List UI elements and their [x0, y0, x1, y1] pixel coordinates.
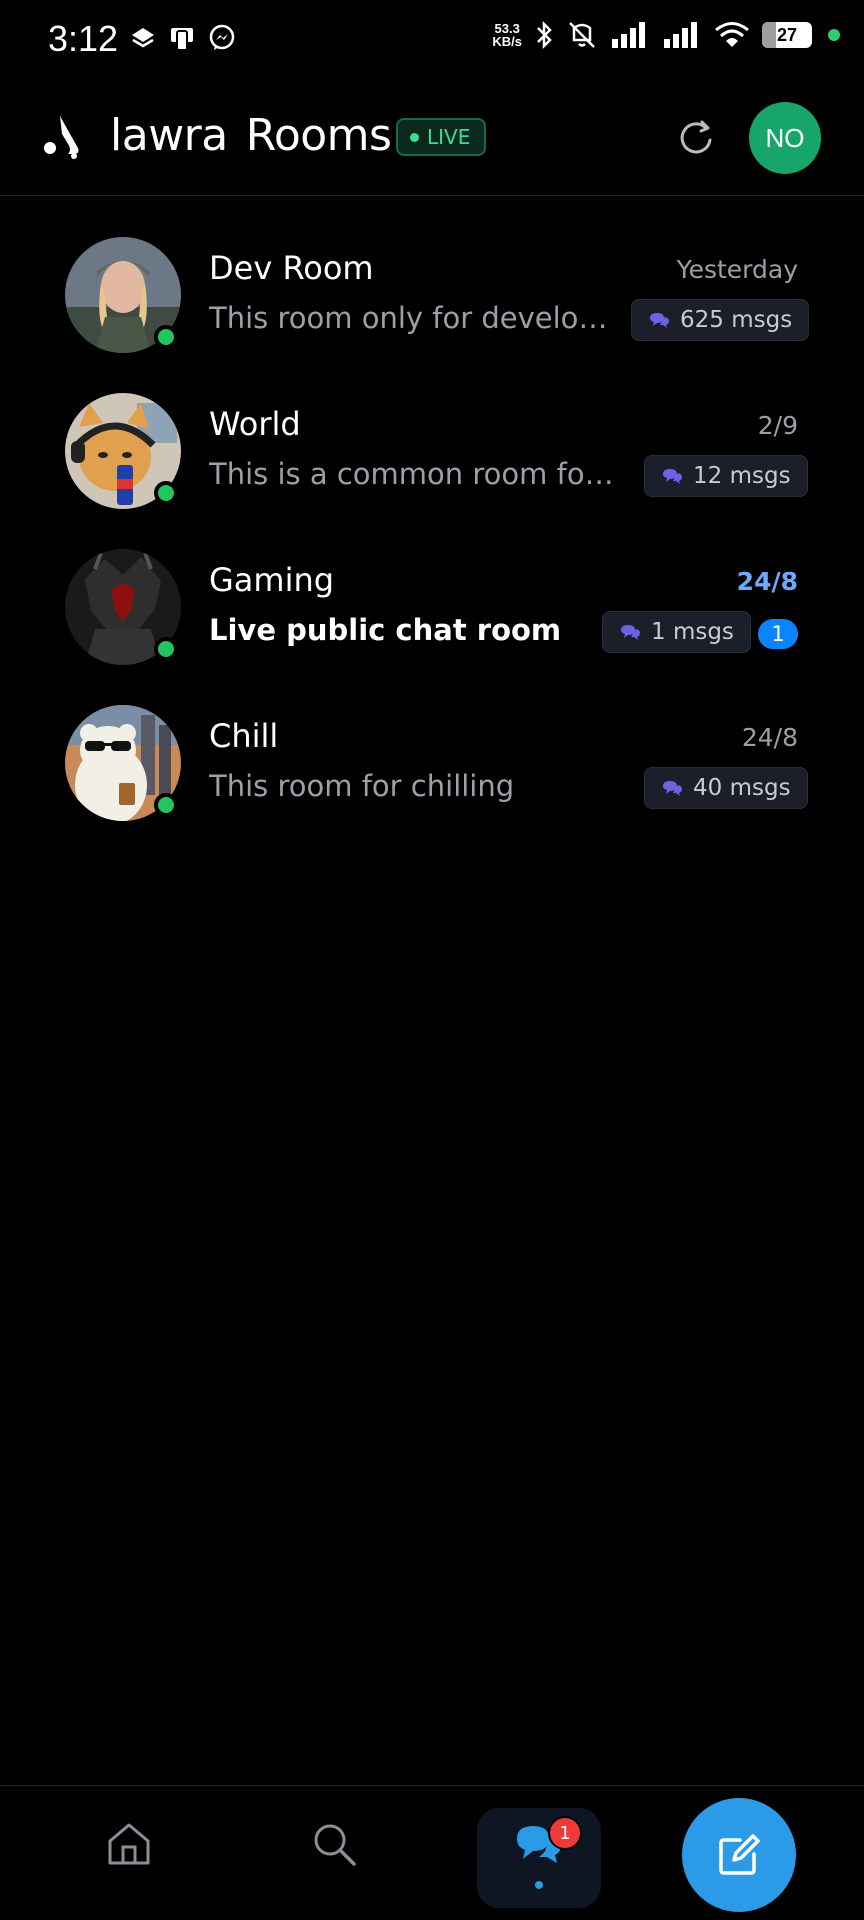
message-count-chip: 625 msgs — [631, 299, 810, 341]
room-name: Gaming — [209, 561, 335, 599]
room-item-chill[interactable]: Chill 24/8 This room for chilling 40 msg… — [0, 705, 864, 861]
active-indicator-dot — [535, 1881, 543, 1889]
room-name: World — [209, 405, 301, 443]
room-description: This room for chilling — [209, 769, 515, 803]
room-description: This is a common room for ... — [209, 457, 621, 491]
app-logo-icon — [44, 116, 79, 159]
room-time: 2/9 — [757, 411, 798, 440]
room-time: Yesterday — [676, 255, 798, 284]
room-time: 24/8 — [736, 567, 798, 596]
online-indicator — [154, 481, 178, 505]
room-time: 24/8 — [741, 723, 798, 752]
status-icons-left — [130, 24, 236, 52]
status-dot — [828, 29, 840, 41]
battery-level-fill — [762, 22, 776, 48]
layers-icon — [132, 28, 154, 48]
vibrate-off-icon — [569, 22, 595, 48]
nav-home[interactable] — [99, 1814, 159, 1874]
compose-button[interactable] — [682, 1798, 796, 1912]
chat-bubble-icon — [621, 625, 640, 640]
room-name: Dev Room — [209, 249, 374, 287]
bottom-nav: 1 — [0, 1785, 864, 1920]
room-item-gaming[interactable]: Gaming 24/8 Live public chat room 1 msgs… — [0, 549, 864, 705]
battery-icon: 27 — [762, 22, 812, 48]
app-header: lawra Rooms LIVE NO — [0, 82, 864, 196]
device-icon — [171, 28, 193, 51]
rooms-screen: 3:12 53.3 KB/s 27 lawra Rooms LIVE NO De… — [0, 0, 864, 1920]
messenger-icon — [209, 24, 235, 50]
unread-count-badge: 1 — [758, 619, 798, 649]
message-count-chip: 40 msgs — [644, 767, 808, 809]
status-time: 3:12 — [48, 18, 119, 59]
online-indicator — [154, 637, 178, 661]
message-count-chip: 12 msgs — [644, 455, 808, 497]
nav-search[interactable] — [304, 1814, 364, 1874]
signal-icon — [664, 22, 697, 48]
app-title: lawra Rooms — [110, 110, 392, 161]
status-icons-right: 53.3 KB/s 27 — [492, 20, 840, 50]
room-name: Chill — [209, 717, 279, 755]
home-icon — [108, 1823, 150, 1865]
chat-bubble-icon — [663, 469, 682, 484]
wifi-icon — [715, 22, 749, 47]
online-indicator — [154, 325, 178, 349]
status-bar: 3:12 53.3 KB/s 27 — [0, 0, 864, 82]
live-dot — [410, 132, 419, 142]
compose-icon — [719, 1834, 760, 1875]
search-icon — [314, 1824, 356, 1866]
online-indicator — [154, 793, 178, 817]
user-avatar[interactable]: NO — [749, 102, 821, 174]
chat-bubble-icon — [663, 781, 682, 796]
signal-icon — [612, 22, 645, 48]
message-count-chip: 1 msgs — [602, 611, 751, 653]
chat-bubble-icon — [650, 313, 669, 328]
room-description: Live public chat room — [209, 613, 562, 647]
bluetooth-icon — [537, 20, 552, 50]
room-item-world[interactable]: World 2/9 This is a common room for ... … — [0, 393, 864, 549]
net-speed: 53.3 KB/s — [492, 21, 522, 49]
room-item-dev-room[interactable]: Dev Room Yesterday This room only for de… — [0, 237, 864, 393]
live-badge: LIVE — [396, 118, 487, 156]
refresh-icon[interactable] — [674, 116, 718, 160]
room-description: This room only for develop... — [209, 301, 609, 335]
chats-badge: 1 — [548, 1816, 582, 1850]
